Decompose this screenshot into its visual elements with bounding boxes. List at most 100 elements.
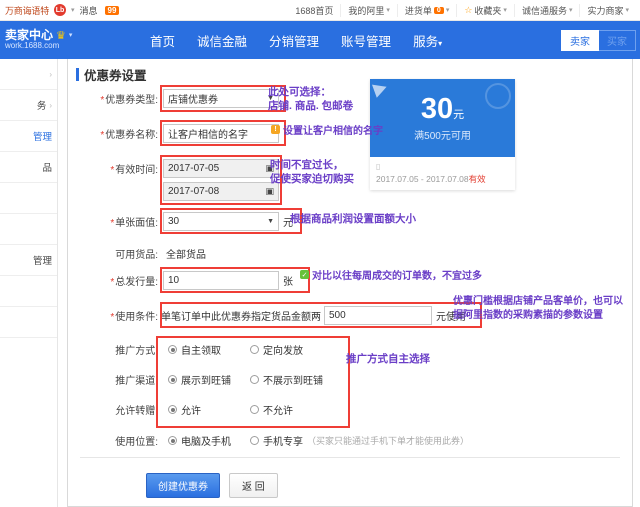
use-condition-amount-input[interactable]: 500 <box>324 306 432 325</box>
chevron-down-icon: ▾ <box>568 7 573 14</box>
coupon-preview-name-placeholder: ▯ <box>376 162 381 171</box>
nav-item-account[interactable]: 账号管理 <box>341 31 391 50</box>
radio-allow-transfer-1[interactable]: 不允许 <box>250 402 293 417</box>
seller-mode-button[interactable]: 卖家 <box>561 29 599 51</box>
create-coupon-button[interactable]: 创建优惠券 <box>146 473 220 498</box>
topbar-link-home[interactable]: 1688首页 <box>288 4 340 17</box>
sidebar-item-8[interactable] <box>0 307 57 338</box>
required-marker: * <box>100 130 105 141</box>
topbar-left: 万商诲语特 Lb ▾ 消息 99 <box>0 4 120 17</box>
page-title-text: 优惠券设置 <box>84 69 147 83</box>
topbar-link-power-merchant[interactable]: 实力商家 ▾ <box>579 3 636 17</box>
topbar-link-cxt-service[interactable]: 诚信通服务 ▾ <box>513 3 580 17</box>
nav-item-service-label: 服务 <box>413 34 439 49</box>
field-coupon-name-label-text: 优惠券名称: <box>105 130 158 141</box>
field-total-issue-label: *总发行量: <box>92 273 158 288</box>
field-coupon-name: *优惠券名称: 让客户相信的名字 <box>92 124 279 143</box>
total-issue-input[interactable]: 10 <box>163 271 279 290</box>
form-actions: 创建优惠券 返 回 <box>146 473 278 498</box>
topbar-link-cart-label: 进货单 <box>404 5 432 16</box>
radio-button-icon <box>250 405 259 414</box>
nav-item-distribution[interactable]: 分销管理 <box>269 31 319 50</box>
topbar-link-cart[interactable]: 进货单 0 ▾ <box>396 3 456 17</box>
topbar-link-power-merchant-label: 实力商家 <box>587 5 624 16</box>
nav-item-home[interactable]: 首页 <box>150 31 175 50</box>
face-value-value: 30 <box>168 216 180 227</box>
radio-use-position-1-label: 手机专享 <box>263 437 303 448</box>
main-navigation-bar: 卖家中心 ♛ ▾ work.1688.com 首页 诚信金融 分销管理 账号管理… <box>0 21 640 59</box>
topbar-right-links: 1688首页 我的阿里 ▾ 进货单 0 ▾ ☆ 收藏夹 ▾ 诚信通服务 ▾ 实力… <box>288 3 640 17</box>
radio-promote-method-1[interactable]: 定向发放 <box>250 342 303 357</box>
message-label[interactable]: 消息 <box>80 4 98 17</box>
required-marker: * <box>110 165 115 176</box>
nav-item-service[interactable]: 服务▾ <box>413 31 442 50</box>
sidebar-item-2-label: 管理 <box>32 132 52 143</box>
coupon-preview-card: 30元 满500元可用 ▯ 2017.07.05 - 2017.07.08有效 <box>370 79 515 190</box>
coupon-valid-suffix: 有效 <box>468 174 486 184</box>
main-content: 优惠券设置 *优惠券类型: 店铺优惠券 ▼ *优惠券名称: 让客户相信的名字 *… <box>58 59 640 507</box>
radio-allow-transfer-1-label: 不允许 <box>263 406 293 417</box>
field-face-value: *单张面值: 30 ▼ 元 <box>92 212 293 231</box>
valid-time-start-input[interactable]: 2017-07-05 ▣ <box>163 159 279 178</box>
coupon-type-select[interactable]: 店铺优惠券 ▼ <box>163 89 279 108</box>
field-use-condition: *使用条件: 单笔订单中此优惠券指定货品金额两 500 元使用 <box>92 306 466 325</box>
radio-promote-channel-1[interactable]: 不展示到旺铺 <box>250 372 323 387</box>
field-use-condition-label-text: 使用条件: <box>115 312 158 323</box>
title-accent-bar <box>76 68 79 81</box>
back-button[interactable]: 返 回 <box>229 473 278 498</box>
radio-allow-transfer-0[interactable]: 允许 <box>168 402 250 417</box>
field-allow-transfer: 允许转赠: 允许 不允许 <box>92 402 293 417</box>
field-available-goods: 可用货品: 全部货品 <box>92 246 206 261</box>
coupon-type-value: 店铺优惠券 <box>168 95 218 106</box>
cart-count-badge: 0 <box>433 6 444 14</box>
radio-promote-channel-0[interactable]: 展示到旺铺 <box>168 372 250 387</box>
radio-promote-channel-0-label: 展示到旺铺 <box>181 376 231 387</box>
chevron-right-icon: › <box>49 100 52 110</box>
coupon-name-input[interactable]: 让客户相信的名字 <box>163 124 279 143</box>
buyer-mode-button[interactable]: 买家 <box>599 29 636 51</box>
annotation-use-condition: 优惠门槛根据店铺产品客单价，也可以 据阿里指数的采购素描的参数设置 <box>453 296 623 321</box>
star-icon: ☆ <box>464 4 473 15</box>
field-valid-time-label: *有效时间: <box>92 161 158 176</box>
face-value-select[interactable]: 30 ▼ <box>163 212 279 231</box>
chevron-down-icon[interactable]: ▾ <box>69 32 73 40</box>
calendar-icon[interactable]: ▣ <box>265 186 274 197</box>
required-marker: * <box>110 218 115 229</box>
crown-icon: ♛ <box>56 29 66 42</box>
field-coupon-name-label: *优惠券名称: <box>92 126 158 141</box>
sidebar-item-1[interactable]: 务 › <box>0 90 57 121</box>
required-marker: * <box>110 312 115 323</box>
sidebar-item-5[interactable] <box>0 214 57 245</box>
field-coupon-type: *优惠券类型: 店铺优惠券 ▼ <box>92 89 279 108</box>
required-marker: * <box>100 95 105 106</box>
radio-promote-channel-1-label: 不展示到旺铺 <box>263 376 323 387</box>
field-use-condition-label: *使用条件: <box>92 308 158 323</box>
radio-promote-method-0[interactable]: 自主领取 <box>168 342 250 357</box>
chevron-down-icon[interactable]: ▾ <box>71 6 75 14</box>
radio-use-position-0[interactable]: 电脑及手机 <box>168 433 250 448</box>
sidebar-item-0[interactable]: › <box>0 59 57 90</box>
topbar-link-favorites[interactable]: ☆ 收藏夹 ▾ <box>456 3 514 17</box>
annotation-total-issue-row: ✓ 对比以往每周成交的订单数，不宜过多 <box>300 270 482 284</box>
sidebar-item-2[interactable]: 管理 <box>0 121 57 152</box>
topbar-link-home-label: 1688首页 <box>295 5 334 16</box>
total-issue-value: 10 <box>168 275 180 286</box>
sidebar-item-3-label: 品 <box>42 163 52 174</box>
nav-item-finance[interactable]: 诚信金融 <box>197 31 247 50</box>
shop-name-label[interactable]: 万商诲语特 <box>5 4 49 17</box>
radio-use-position-1[interactable]: 手机专享 （买家只能通过手机下单才能使用此券） <box>250 433 469 448</box>
sidebar-item-4[interactable] <box>0 183 57 214</box>
nav-brand[interactable]: 卖家中心 ♛ ▾ work.1688.com <box>0 28 150 51</box>
sidebar-item-7[interactable] <box>0 276 57 307</box>
valid-time-start-value: 2017-07-05 <box>168 163 220 174</box>
topbar-link-myali[interactable]: 我的阿里 ▾ <box>340 3 397 17</box>
radio-use-position-0-label: 电脑及手机 <box>181 437 231 448</box>
topbar-link-myali-label: 我的阿里 <box>348 5 385 16</box>
sidebar-item-3[interactable]: 品 <box>0 152 57 183</box>
sidebar-item-6[interactable]: 管理 <box>0 245 57 276</box>
coupon-preview-bottom: ▯ 2017.07.05 - 2017.07.08有效 <box>370 157 515 190</box>
field-valid-time: *有效时间: 2017-07-05 ▣ <box>92 159 279 178</box>
field-allow-transfer-label: 允许转赠: <box>115 406 158 417</box>
field-valid-time-label-text: 有效时间: <box>115 165 158 176</box>
valid-time-end-input[interactable]: 2017-07-08 ▣ <box>163 182 279 201</box>
